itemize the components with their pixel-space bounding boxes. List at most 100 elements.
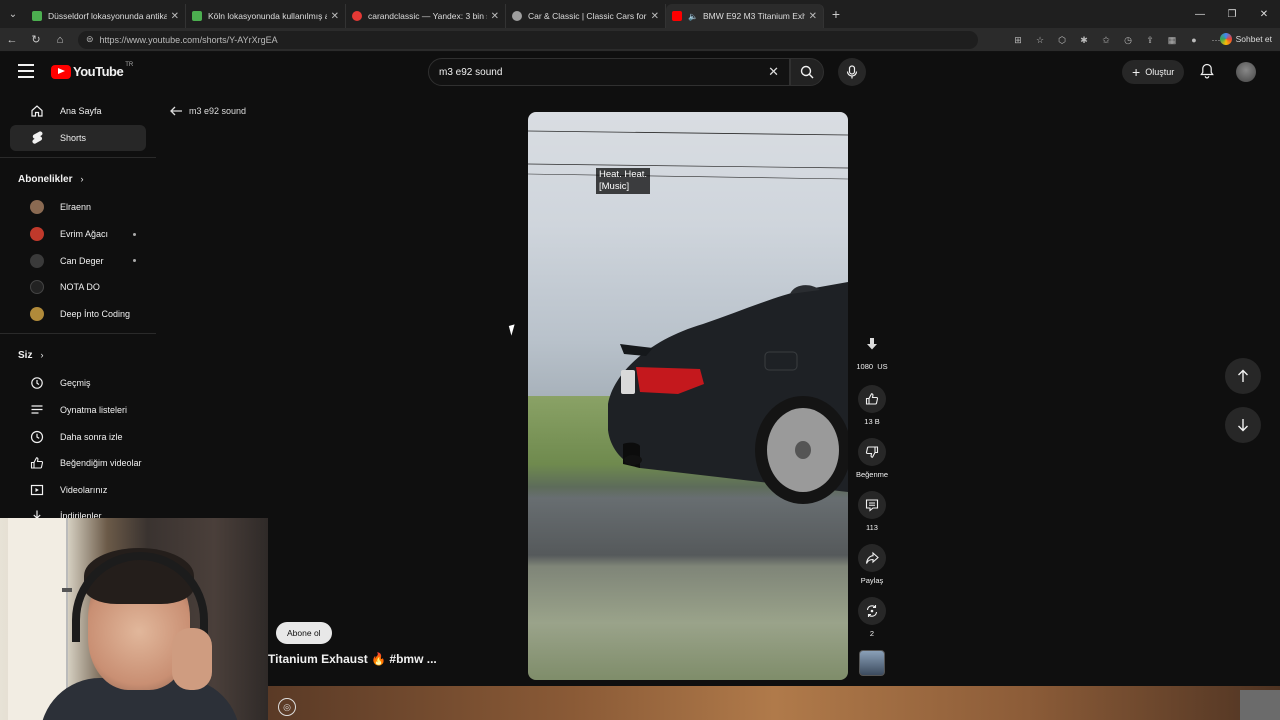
shorts-video-player[interactable]: Heat. Heat. [Music] [528,112,848,680]
bookmark-star-icon[interactable]: ☆ [1032,32,1048,48]
sidebar-item-shorts[interactable]: Shorts [10,124,146,152]
browser-tab[interactable]: carandclassic — Yandex: 3 bin son ✕ [346,4,506,28]
clear-search-icon[interactable]: ✕ [768,64,779,80]
you-heading[interactable]: Siz › [0,340,156,370]
dislike-button[interactable] [858,438,886,466]
reload-icon[interactable]: ↻ [24,33,48,46]
sidebar-item-label: Geçmiş [60,378,91,389]
corner-overlay [1240,690,1280,720]
comments-button[interactable] [858,491,886,519]
download-arrow-icon [867,338,877,350]
create-label: Oluştur [1145,67,1175,77]
tab-close-icon[interactable]: ✕ [171,11,179,22]
chat-button[interactable]: Sohbet et [1219,33,1272,45]
profile-icon[interactable]: ● [1186,32,1202,48]
search-button[interactable] [790,58,824,86]
speaker-icon[interactable]: 🔈 [688,12,698,21]
notifications-button[interactable] [1200,63,1214,79]
extension-icon[interactable]: ⬡ [1054,32,1070,48]
share-browser-icon[interactable]: ⇪ [1142,32,1158,48]
new-content-dot [133,232,136,236]
collections-icon[interactable]: ▦ [1164,32,1180,48]
sidebar-item-channel[interactable]: Evrim Ağacı [10,221,146,248]
subscribe-button[interactable]: Abone ol [276,622,332,644]
subscriptions-heading[interactable]: Abonelikler › [0,164,156,194]
minimize-icon[interactable]: — [1184,0,1216,28]
overlay-target-icon[interactable]: ◎ [278,698,296,716]
sidebar-item-label: Oynatma listeleri [60,405,128,416]
sidebar-item-your-videos[interactable]: Videolarınız [10,477,146,504]
youtube-play-icon [51,64,71,79]
browser-tab[interactable]: Car & Classic | Classic Cars for Sale ✕ [506,4,666,28]
translate-icon[interactable]: ⊞ [1010,32,1026,48]
sidebar-item-channel[interactable]: NOTA DO [10,274,146,301]
tab-close-icon[interactable]: ✕ [491,11,499,22]
site-info-icon[interactable]: ⊜ [86,34,94,45]
caption-line: [Music] [599,181,630,192]
microphone-icon [846,65,858,79]
shorts-action-rail: 1080 US 13 B Beğenme 113 Paylaş 2 [851,330,893,676]
previous-short-button[interactable] [1225,358,1261,394]
sidebar-item-label: Elraenn [60,202,92,213]
video-title[interactable]: Titanium Exhaust 🔥 #bmw ... [268,652,437,666]
back-to-search-link[interactable]: m3 e92 sound [170,106,246,116]
next-video-preview [268,686,1280,720]
next-short-button[interactable] [1225,407,1261,443]
url-field[interactable]: ⊜ https://www.youtube.com/shorts/Y-AYrXr… [78,30,978,49]
sidebar-item-watch-later[interactable]: Daha sonra izle [10,423,146,450]
close-window-icon[interactable]: ✕ [1248,0,1280,28]
home-icon [30,104,44,118]
sidebar-item-label: Evrim Ağacı [60,229,109,240]
mouse-cursor-icon [508,324,518,336]
region-label: US [877,362,888,371]
like-count: 13 B [864,417,880,426]
tab-list-chevron-icon[interactable]: ⌄ [0,0,26,28]
like-button[interactable] [858,385,886,413]
channel-avatar [30,227,44,242]
voice-search-button[interactable] [838,58,866,86]
search-input[interactable]: m3 e92 sound ✕ [428,58,790,86]
youtube-logo[interactable]: YouTube TR [51,62,133,79]
sidebar-item-history[interactable]: Geçmiş [10,370,146,397]
sidebar-item-label: Daha sonra izle [60,431,123,442]
home-browser-icon[interactable]: ⌂ [48,34,72,46]
sidebar-item-label: Shorts [60,132,87,143]
share-button[interactable] [858,544,886,572]
sidebar-item-home[interactable]: Ana Sayfa [10,98,146,125]
arrow-left-icon [170,106,182,116]
tab-close-icon[interactable]: ✕ [331,11,339,22]
your-videos-icon [30,483,44,497]
menu-icon[interactable] [18,64,34,78]
thumbs-down-icon [865,446,879,458]
browser-tab[interactable]: Köln lokasyonunda kullanılmış ara ✕ [186,4,346,28]
tab-title: BMW E92 M3 Titanium Exhau [702,11,805,21]
tab-favicon-icon [192,11,202,21]
sidebar-item-channel[interactable]: Elraenn [10,194,146,221]
comment-icon [865,499,879,512]
browser-tab[interactable]: Düsseldorf lokasyonunda antika o ✕ [26,4,186,28]
download-button[interactable] [858,330,886,358]
favorites-icon[interactable]: ✩ [1098,32,1114,48]
plus-icon: + [1132,64,1141,80]
tab-close-icon[interactable]: ✕ [809,11,817,22]
back-icon[interactable]: ← [0,34,24,46]
sidebar-item-playlists[interactable]: Oynatma listeleri [10,397,146,424]
remix-button[interactable] [858,597,886,625]
channel-avatar [30,253,44,268]
extension-puzzle-icon[interactable]: ✱ [1076,32,1092,48]
arrow-up-icon [1238,369,1248,382]
sidebar-item-liked-videos[interactable]: Beğendiğim videolar [10,450,146,477]
remix-count: 2 [869,629,875,638]
create-button[interactable]: + Oluştur [1122,60,1185,84]
sidebar-item-channel[interactable]: Deep İnto Coding [10,301,146,328]
tab-close-icon[interactable]: ✕ [651,11,659,22]
sound-thumbnail[interactable] [859,650,885,676]
restore-icon[interactable]: ❐ [1216,0,1248,28]
history-browser-icon[interactable]: ◷ [1120,32,1136,48]
sidebar-item-channel[interactable]: Can Deger [10,247,146,274]
arrow-down-icon [1238,419,1248,432]
browser-tab-active[interactable]: 🔈 BMW E92 M3 Titanium Exhau ✕ [666,4,824,28]
sidebar-item-label: Ana Sayfa [60,106,102,117]
new-tab-icon[interactable]: + [824,6,848,22]
account-avatar[interactable] [1236,62,1256,82]
